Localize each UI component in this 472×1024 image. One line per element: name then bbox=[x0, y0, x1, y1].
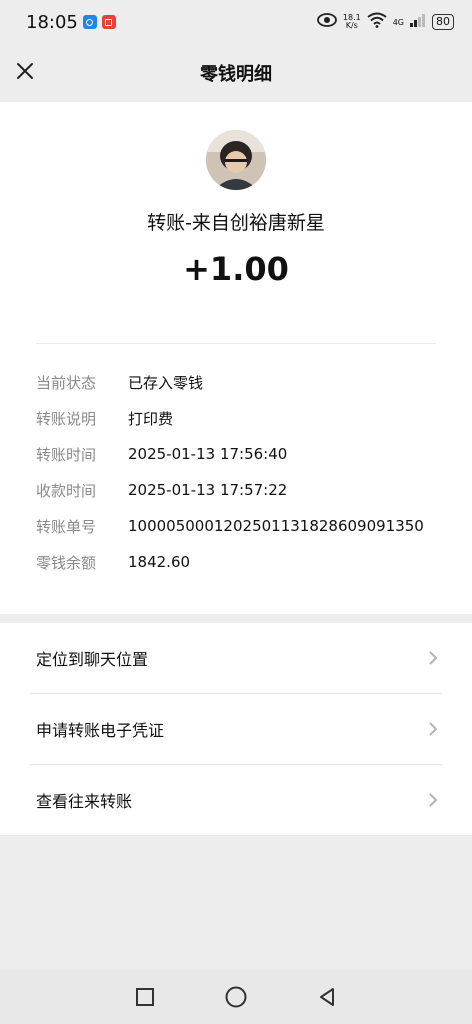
action-label: 查看往来转账 bbox=[36, 792, 133, 811]
detail-row-status: 当前状态 已存入零钱 bbox=[36, 364, 446, 400]
detail-row-receive-time: 收款时间 2025-01-13 17:57:22 bbox=[36, 472, 446, 508]
locate-chat-button[interactable]: 定位到聊天位置 bbox=[0, 623, 472, 693]
red-app-icon bbox=[101, 15, 116, 29]
home-icon[interactable] bbox=[221, 982, 251, 1012]
chevron-right-icon bbox=[428, 792, 438, 812]
action-label: 定位到聊天位置 bbox=[36, 650, 149, 669]
detail-value: 2025-01-13 17:57:22 bbox=[128, 481, 288, 499]
back-icon[interactable] bbox=[312, 982, 342, 1012]
detail-label: 转账单号 bbox=[36, 517, 97, 536]
detail-value: 1842.60 bbox=[128, 553, 191, 571]
nav-bar: 零钱明细 bbox=[0, 44, 472, 102]
detail-label: 转账说明 bbox=[36, 409, 97, 428]
close-icon bbox=[16, 62, 34, 84]
detail-value: 打印费 bbox=[128, 409, 174, 428]
chevron-right-icon bbox=[428, 721, 438, 741]
signal-icon bbox=[410, 12, 426, 32]
detail-label: 当前状态 bbox=[36, 373, 97, 392]
chevron-right-icon bbox=[428, 650, 438, 670]
close-button[interactable] bbox=[10, 58, 40, 88]
detail-row-transfer-time: 转账时间 2025-01-13 17:56:40 bbox=[36, 436, 446, 472]
detail-row-transfer-id: 转账单号 1000050001202501131828609091350 bbox=[36, 508, 446, 544]
system-nav-bar bbox=[0, 970, 472, 1024]
avatar[interactable] bbox=[206, 130, 266, 190]
detail-label: 零钱余额 bbox=[36, 553, 97, 572]
speed-unit: K/s bbox=[345, 21, 358, 30]
actions-card: 定位到聊天位置 申请转账电子凭证 查看往来转账 bbox=[0, 623, 472, 835]
network-speed: 18.1 K/s bbox=[343, 14, 361, 30]
detail-label: 转账时间 bbox=[36, 445, 97, 464]
detail-value: 2025-01-13 17:56:40 bbox=[128, 445, 288, 463]
recent-apps-icon[interactable] bbox=[130, 982, 160, 1012]
payer-name: 转账-来自创裕唐新星 bbox=[147, 212, 325, 234]
detail-row-note: 转账说明 打印费 bbox=[36, 400, 446, 436]
status-bar: 18:05 18.1 K/s 4G 80 bbox=[0, 0, 472, 44]
battery-icon: 80 bbox=[432, 14, 454, 30]
view-transfers-button[interactable]: 查看往来转账 bbox=[0, 765, 472, 835]
amount: +1.00 bbox=[183, 250, 289, 288]
detail-value[interactable]: 1000050001202501131828609091350 bbox=[128, 517, 424, 535]
blue-app-icon bbox=[82, 15, 97, 29]
request-voucher-button[interactable]: 申请转账电子凭证 bbox=[0, 694, 472, 764]
details-list: 当前状态 已存入零钱 转账说明 打印费 转账时间 2025-01-13 17:5… bbox=[36, 364, 446, 580]
network-type: 4G bbox=[392, 17, 404, 27]
divider bbox=[36, 343, 436, 344]
detail-row-balance: 零钱余额 1842.60 bbox=[36, 544, 446, 580]
page-title: 零钱明细 bbox=[200, 64, 272, 85]
eye-icon bbox=[316, 12, 337, 32]
detail-value: 已存入零钱 bbox=[128, 373, 204, 392]
detail-label: 收款时间 bbox=[36, 481, 97, 500]
status-time: 18:05 bbox=[26, 11, 78, 33]
transaction-card: 转账-来自创裕唐新星 +1.00 当前状态 已存入零钱 转账说明 打印费 转账时… bbox=[0, 102, 472, 614]
action-label: 申请转账电子凭证 bbox=[36, 721, 165, 740]
wifi-icon bbox=[367, 12, 387, 33]
